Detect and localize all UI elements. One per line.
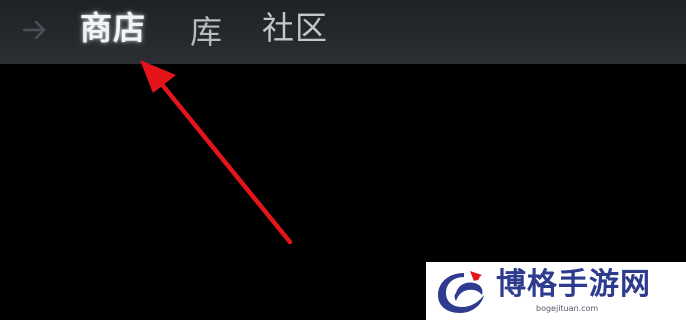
screenshot-page: 商店 库 社区 博格手游网 bogejituan.com [0, 0, 686, 320]
watermark-url: bogejituan.com [536, 304, 599, 313]
tab-library[interactable]: 库 [190, 12, 223, 52]
top-navigation-bar: 商店 库 社区 [0, 0, 686, 64]
arrow-right-icon[interactable] [22, 17, 48, 43]
tab-community[interactable]: 社区 [262, 8, 328, 48]
tab-store[interactable]: 商店 [80, 8, 146, 48]
site-watermark: 博格手游网 bogejituan.com [426, 262, 686, 320]
watermark-title: 博格手游网 [496, 267, 651, 302]
site-logo-icon [438, 271, 484, 313]
